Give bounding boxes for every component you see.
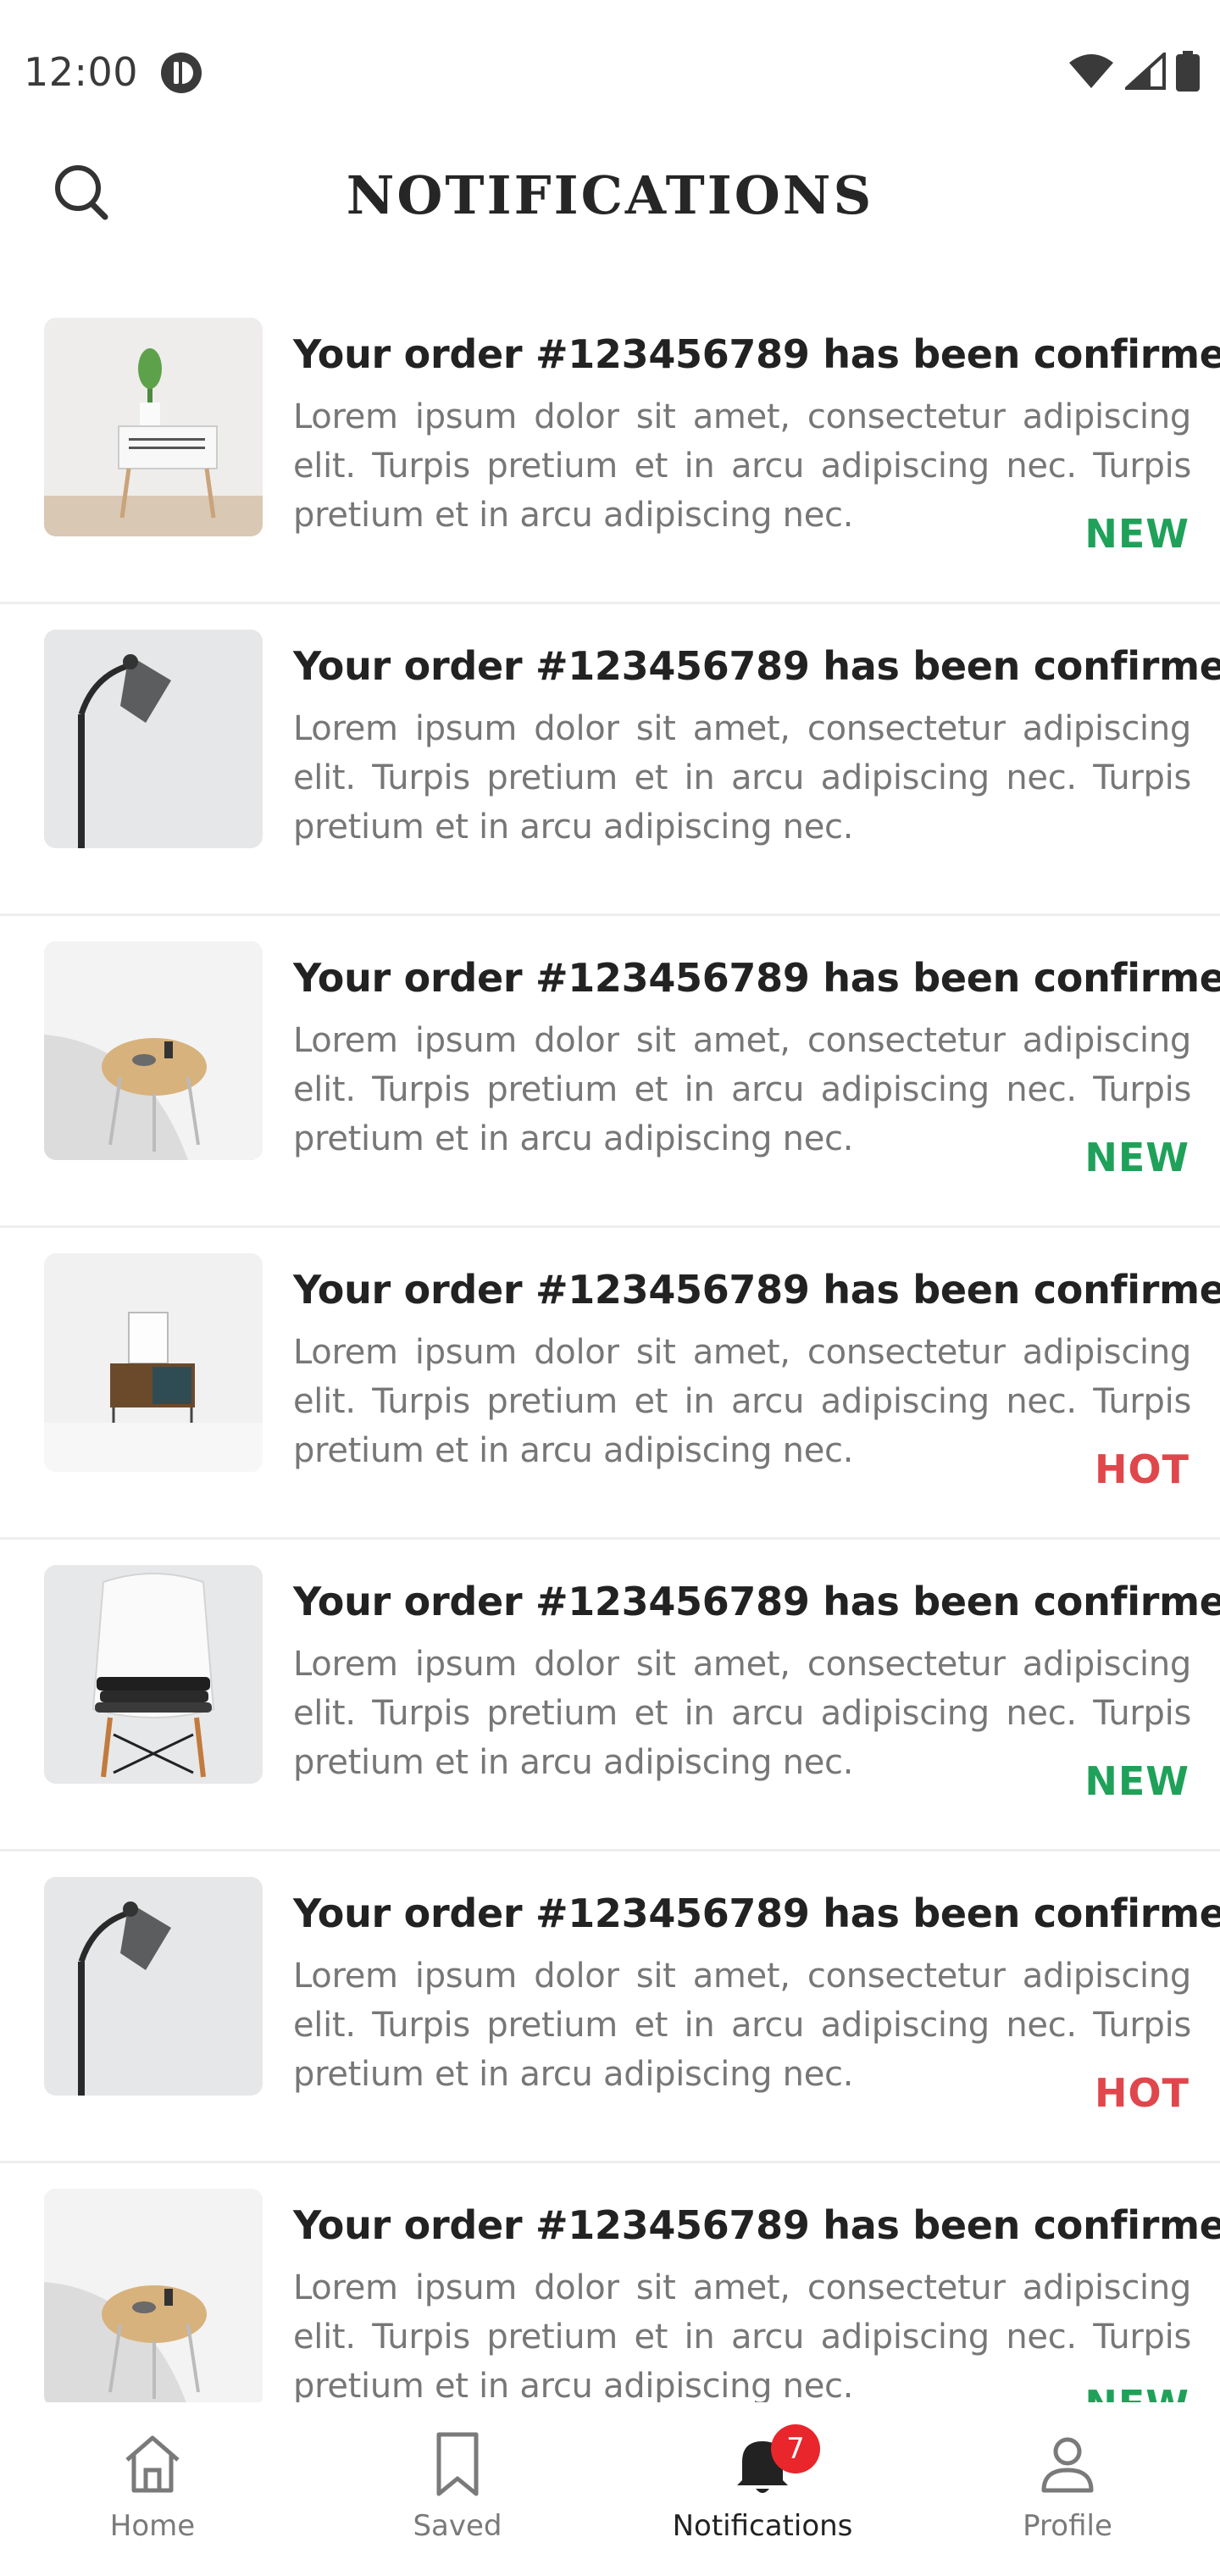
status-tag: HOT xyxy=(1095,2070,1190,2116)
notification-title: Your order #123456789 has been confirmed xyxy=(293,1267,1220,1313)
nav-label: Profile xyxy=(1023,2509,1112,2543)
nav-label: Saved xyxy=(413,2509,502,2543)
notification-item[interactable]: Your order #123456789 has been confirmed… xyxy=(0,604,1220,916)
bottom-navigation: Home Saved 7 Notifications Profile xyxy=(0,2402,1220,2576)
home-icon xyxy=(117,2428,188,2499)
status-tag: NEW xyxy=(1084,1135,1190,1180)
battery-icon xyxy=(1176,51,1200,95)
status-tag: NEW xyxy=(1084,2382,1190,2402)
product-thumbnail xyxy=(44,1565,263,1784)
notification-body: Lorem ipsum dolor sit amet, consectetur … xyxy=(293,709,1191,847)
nav-profile[interactable]: Profile xyxy=(915,2402,1220,2576)
product-thumbnail xyxy=(44,941,263,1160)
notification-body: Lorem ipsum dolor sit amet, consectetur … xyxy=(293,1021,1191,1158)
app-status-icon xyxy=(159,51,203,95)
notification-title: Your order #123456789 has been confirmed xyxy=(293,2202,1220,2248)
nav-label: Home xyxy=(109,2509,196,2543)
nav-label: Notifications xyxy=(672,2509,853,2543)
status-time: 12:00 xyxy=(24,49,139,95)
notification-body: Lorem ipsum dolor sit amet, consectetur … xyxy=(293,1645,1191,1782)
notification-item[interactable]: Your order #123456789 has been confirmed… xyxy=(0,292,1220,604)
app-header: NOTIFICATIONS xyxy=(0,144,1220,288)
signal-icon xyxy=(1122,50,1166,93)
notification-item[interactable]: Your order #123456789 has been confirmed… xyxy=(0,1852,1220,2163)
notification-list: Your order #123456789 has been confirmed… xyxy=(0,292,1220,2402)
notification-body: Lorem ipsum dolor sit amet, consectetur … xyxy=(293,1957,1191,2094)
notification-badge: 7 xyxy=(771,2424,820,2473)
product-thumbnail xyxy=(44,1877,263,2096)
notification-title: Your order #123456789 has been confirmed xyxy=(293,1579,1220,1624)
status-tag: NEW xyxy=(1084,511,1190,557)
status-tag: HOT xyxy=(1095,1446,1190,1492)
nav-notifications[interactable]: 7 Notifications xyxy=(610,2402,915,2576)
bell-icon: 7 xyxy=(727,2424,820,2499)
notification-title: Your order #123456789 has been confirmed xyxy=(293,1890,1220,1936)
notification-title: Your order #123456789 has been confirmed xyxy=(293,331,1220,377)
nav-home[interactable]: Home xyxy=(0,2402,305,2576)
status-tag: NEW xyxy=(1084,1758,1190,1804)
nav-saved[interactable]: Saved xyxy=(305,2402,610,2576)
wifi-icon xyxy=(1068,53,1115,93)
notification-item[interactable]: Your order #123456789 has been confirmed… xyxy=(0,1540,1220,1852)
notification-item[interactable]: Your order #123456789 has been confirmed… xyxy=(0,1228,1220,1540)
notification-title: Your order #123456789 has been confirmed xyxy=(293,643,1220,689)
notification-item[interactable]: Your order #123456789 has been confirmed… xyxy=(0,916,1220,1228)
notification-title: Your order #123456789 has been confirmed xyxy=(293,955,1220,1001)
product-thumbnail xyxy=(44,2189,263,2402)
user-icon xyxy=(1032,2428,1103,2499)
product-thumbnail xyxy=(44,630,263,848)
notification-body: Lorem ipsum dolor sit amet, consectetur … xyxy=(293,2268,1191,2402)
notification-body: Lorem ipsum dolor sit amet, consectetur … xyxy=(293,397,1191,535)
product-thumbnail xyxy=(44,318,263,536)
product-thumbnail xyxy=(44,1253,263,1472)
page-title: NOTIFICATIONS xyxy=(346,164,874,226)
bookmark-icon xyxy=(422,2428,493,2499)
notification-body: Lorem ipsum dolor sit amet, consectetur … xyxy=(293,1333,1191,1470)
notification-item[interactable]: Your order #123456789 has been confirmed… xyxy=(0,2163,1220,2402)
status-bar: 12:00 xyxy=(0,0,1220,144)
